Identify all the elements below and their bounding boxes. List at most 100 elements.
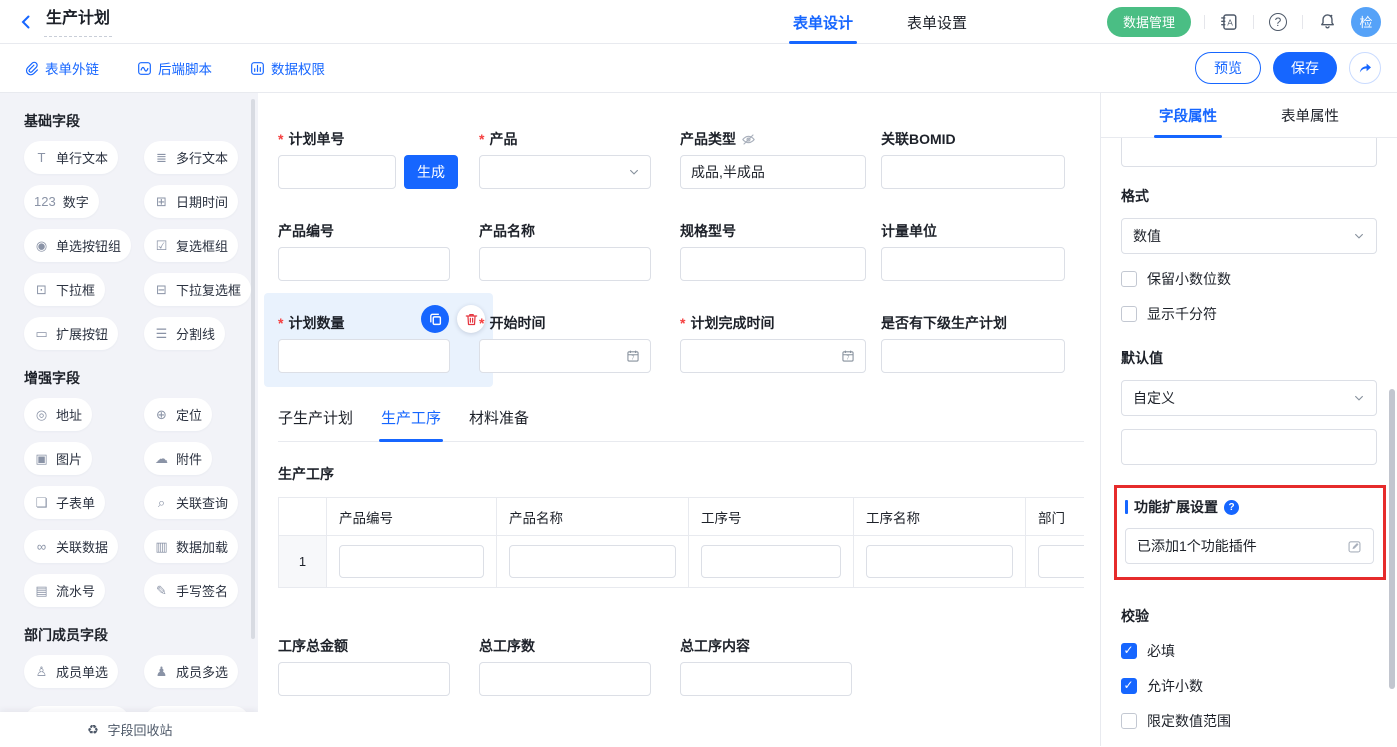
detail-tab[interactable]: 生产工序 bbox=[381, 407, 441, 441]
field-pill[interactable]: ☁ 附件 bbox=[144, 442, 212, 475]
field-pill[interactable]: ☑ 复选框组 bbox=[144, 229, 238, 262]
field-has-sub-plan[interactable]: 是否有下级生产计划 bbox=[881, 313, 1082, 373]
checkbox[interactable] bbox=[1121, 713, 1137, 729]
page-title[interactable]: 生产计划 bbox=[44, 7, 112, 37]
field-plan-finish-time[interactable]: *计划完成时间 7 bbox=[680, 313, 881, 373]
field-pill[interactable]: ≣ 多行文本 bbox=[144, 141, 238, 174]
validation-option[interactable]: 允许小数 bbox=[1121, 676, 1377, 696]
generate-button[interactable]: 生成 bbox=[404, 155, 458, 189]
validation-option[interactable]: 限定数值范围 bbox=[1121, 711, 1377, 731]
product-code-input[interactable] bbox=[278, 247, 450, 281]
field-pill[interactable]: ⊡ 下拉框 bbox=[24, 273, 105, 306]
checkbox[interactable] bbox=[1121, 306, 1137, 322]
field-pill[interactable]: ❏ 子表单 bbox=[24, 486, 105, 519]
product-select[interactable] bbox=[479, 155, 651, 189]
spec-model-input[interactable] bbox=[680, 247, 866, 281]
field-type-icon: ◎ bbox=[34, 408, 49, 421]
avatar[interactable]: 检 bbox=[1351, 7, 1381, 37]
cell-input[interactable] bbox=[509, 545, 676, 578]
default-value-select[interactable]: 自定义 bbox=[1121, 380, 1377, 416]
default-custom-input[interactable] bbox=[1121, 429, 1377, 465]
copy-field-button[interactable] bbox=[421, 305, 449, 333]
product-name-input[interactable] bbox=[479, 247, 651, 281]
start-time-input[interactable]: 7 bbox=[479, 339, 651, 373]
footer-field[interactable]: 总工序数 bbox=[479, 636, 680, 696]
tab-form-design[interactable]: 表单设计 bbox=[793, 0, 853, 44]
cell-input[interactable] bbox=[701, 545, 841, 578]
plan-quantity-input[interactable] bbox=[278, 339, 450, 373]
field-product-code[interactable]: 产品编号 bbox=[278, 221, 479, 281]
field-product-name[interactable]: 产品名称 bbox=[479, 221, 680, 281]
field-pill[interactable]: ⊟ 下拉复选框 bbox=[144, 273, 251, 306]
field-pill[interactable]: ⌕ 关联查询 bbox=[144, 486, 238, 519]
field-product[interactable]: *产品 bbox=[479, 129, 680, 189]
validation-option[interactable]: 必填 bbox=[1121, 641, 1377, 661]
field-pill[interactable]: ∞ 关联数据 bbox=[24, 530, 118, 563]
field-pill[interactable]: ⊞ 日期时间 bbox=[144, 185, 238, 218]
footer-field-input[interactable] bbox=[479, 662, 651, 696]
option-keep-decimals[interactable]: 保留小数位数 bbox=[1121, 269, 1377, 289]
help-icon[interactable]: ? bbox=[1267, 11, 1289, 33]
field-pill[interactable]: 123 数字 bbox=[24, 185, 99, 218]
sidebar-scrollbar[interactable] bbox=[251, 99, 255, 639]
plan-number-input[interactable] bbox=[278, 155, 396, 189]
help-icon[interactable]: ? bbox=[1224, 500, 1239, 515]
panel-scrollbar[interactable] bbox=[1389, 389, 1395, 689]
format-select[interactable]: 数值 bbox=[1121, 218, 1377, 254]
edit-icon[interactable] bbox=[1347, 539, 1362, 554]
detail-tab[interactable]: 材料准备 bbox=[469, 407, 529, 441]
backend-script-link[interactable]: 后端脚本 bbox=[137, 58, 212, 78]
back-icon[interactable] bbox=[14, 10, 38, 34]
field-spec-model[interactable]: 规格型号 bbox=[680, 221, 881, 281]
field-plan-quantity-selected[interactable]: *计划数量 bbox=[278, 313, 479, 373]
field-pill[interactable]: T 单行文本 bbox=[24, 141, 118, 174]
cell-input[interactable] bbox=[1038, 545, 1084, 578]
checkbox[interactable] bbox=[1121, 643, 1137, 659]
field-pill[interactable]: ✎ 手写签名 bbox=[144, 574, 238, 607]
field-bom-id[interactable]: 关联BOMID bbox=[881, 129, 1082, 189]
product-type-input[interactable]: 成品,半成品 bbox=[680, 155, 866, 189]
field-pill[interactable]: ♟ 成员多选 bbox=[144, 655, 238, 688]
form-external-link[interactable]: 表单外链 bbox=[24, 58, 99, 78]
field-plan-number[interactable]: *计划单号 生成 bbox=[278, 129, 479, 189]
field-pill[interactable]: ▭ 扩展按钮 bbox=[24, 317, 118, 350]
option-thousand-separator[interactable]: 显示千分符 bbox=[1121, 304, 1377, 324]
field-title-input[interactable] bbox=[1121, 138, 1377, 167]
footer-field[interactable]: 总工序内容 bbox=[680, 636, 881, 696]
preview-button[interactable]: 预览 bbox=[1195, 52, 1261, 84]
plan-finish-time-input[interactable]: 7 bbox=[680, 339, 866, 373]
cell-input[interactable] bbox=[866, 545, 1013, 578]
field-pill[interactable]: ♙ 成员单选 bbox=[24, 655, 118, 688]
bom-id-input[interactable] bbox=[881, 155, 1065, 189]
share-button[interactable] bbox=[1349, 52, 1381, 84]
tab-form-properties[interactable]: 表单属性 bbox=[1281, 93, 1339, 138]
field-product-type[interactable]: 产品类型 成品,半成品 bbox=[680, 129, 881, 189]
field-unit[interactable]: 计量单位 bbox=[881, 221, 1082, 281]
unit-input[interactable] bbox=[881, 247, 1065, 281]
field-start-time[interactable]: *开始时间 7 bbox=[479, 313, 680, 373]
has-sub-plan-input[interactable] bbox=[881, 339, 1065, 373]
tab-form-settings[interactable]: 表单设置 bbox=[907, 0, 967, 44]
footer-field[interactable]: 工序总金额 bbox=[278, 636, 479, 696]
footer-field-input[interactable] bbox=[680, 662, 852, 696]
data-permission-link[interactable]: 数据权限 bbox=[250, 58, 325, 78]
field-pill[interactable]: ▤ 流水号 bbox=[24, 574, 105, 607]
checkbox[interactable] bbox=[1121, 678, 1137, 694]
footer-field-input[interactable] bbox=[278, 662, 450, 696]
checkbox[interactable] bbox=[1121, 271, 1137, 287]
extension-plugin-field[interactable]: 已添加1个功能插件 bbox=[1125, 528, 1374, 564]
field-pill[interactable]: ▣ 图片 bbox=[24, 442, 92, 475]
tab-field-properties[interactable]: 字段属性 bbox=[1159, 93, 1217, 138]
detail-tab[interactable]: 子生产计划 bbox=[278, 407, 353, 441]
cell-input[interactable] bbox=[339, 545, 484, 578]
docs-book-icon[interactable]: A bbox=[1218, 11, 1240, 33]
field-recycle-bin[interactable]: ♻ 字段回收站 bbox=[0, 712, 258, 746]
data-manage-button[interactable]: 数据管理 bbox=[1107, 7, 1191, 37]
field-pill[interactable]: ☰ 分割线 bbox=[144, 317, 225, 350]
notification-bell-icon[interactable] bbox=[1316, 11, 1338, 33]
field-pill[interactable]: ▥ 数据加载 bbox=[144, 530, 238, 563]
field-pill[interactable]: ◎ 地址 bbox=[24, 398, 92, 431]
field-pill[interactable]: ⊕ 定位 bbox=[144, 398, 212, 431]
field-pill[interactable]: ◉ 单选按钮组 bbox=[24, 229, 131, 262]
save-button[interactable]: 保存 bbox=[1273, 52, 1337, 84]
